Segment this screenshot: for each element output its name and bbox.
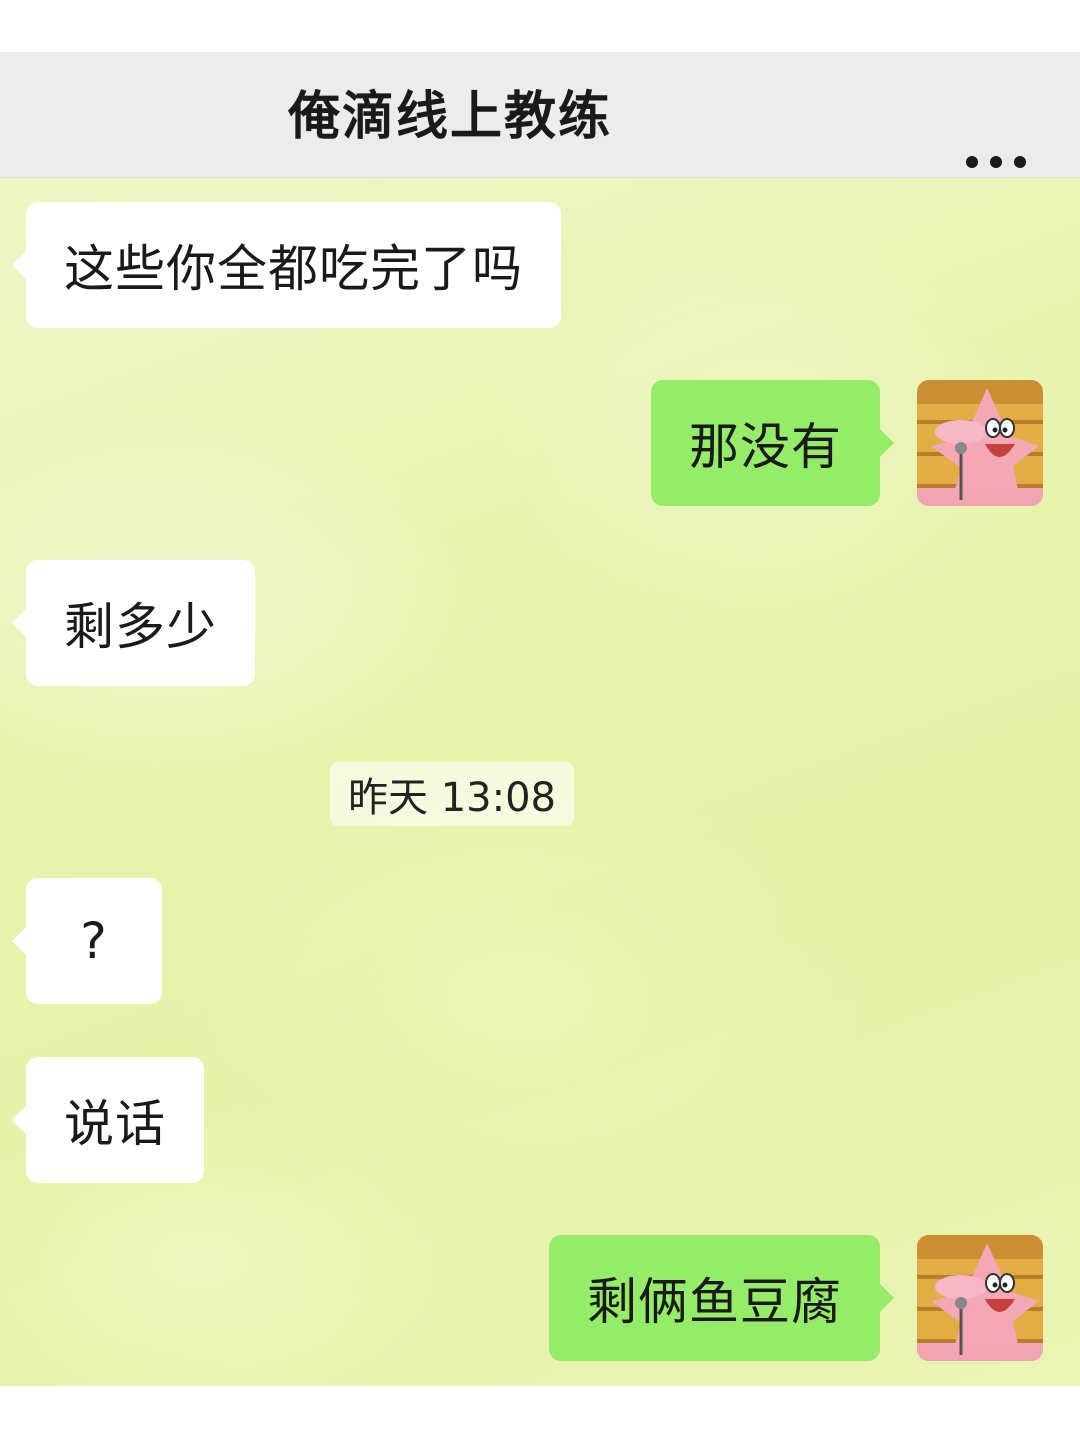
chat-screen: 俺滴线上教练 这些你全都吃完了吗 那没有 剩多少 昨天 13:08 ? 说话 剩…: [0, 0, 1080, 1440]
incoming-message[interactable]: ?: [12, 878, 162, 1004]
patrick-star-avatar[interactable]: [917, 380, 1043, 506]
bottom-area: [0, 1386, 1080, 1440]
more-dots-icon[interactable]: [966, 144, 1026, 180]
message-text: 剩多少: [64, 598, 217, 656]
message-text: 这些你全都吃完了吗: [64, 240, 523, 298]
incoming-message[interactable]: 剩多少: [12, 560, 255, 686]
outgoing-message[interactable]: 那没有: [651, 380, 894, 506]
chat-title: 俺滴线上教练: [287, 86, 612, 147]
outgoing-message[interactable]: 剩俩鱼豆腐: [549, 1235, 894, 1361]
dot: [990, 156, 1002, 168]
dot: [966, 156, 978, 168]
message-list[interactable]: 这些你全都吃完了吗 那没有 剩多少 昨天 13:08 ? 说话 剩俩鱼豆腐: [0, 178, 1080, 1386]
message-text: ?: [80, 912, 108, 970]
patrick-star-avatar[interactable]: [917, 1235, 1043, 1361]
incoming-message[interactable]: 说话: [12, 1057, 204, 1183]
avatar-image: [917, 1235, 1043, 1361]
message-text: 说话: [64, 1095, 166, 1153]
incoming-message[interactable]: 这些你全都吃完了吗: [12, 202, 561, 328]
avatar-image: [917, 380, 1043, 506]
message-timestamp: 昨天 13:08: [330, 762, 574, 826]
dot: [1014, 156, 1026, 168]
message-text: 那没有: [689, 418, 842, 476]
message-text: 剩俩鱼豆腐: [587, 1273, 842, 1331]
top-bar: 俺滴线上教练: [0, 52, 1080, 178]
